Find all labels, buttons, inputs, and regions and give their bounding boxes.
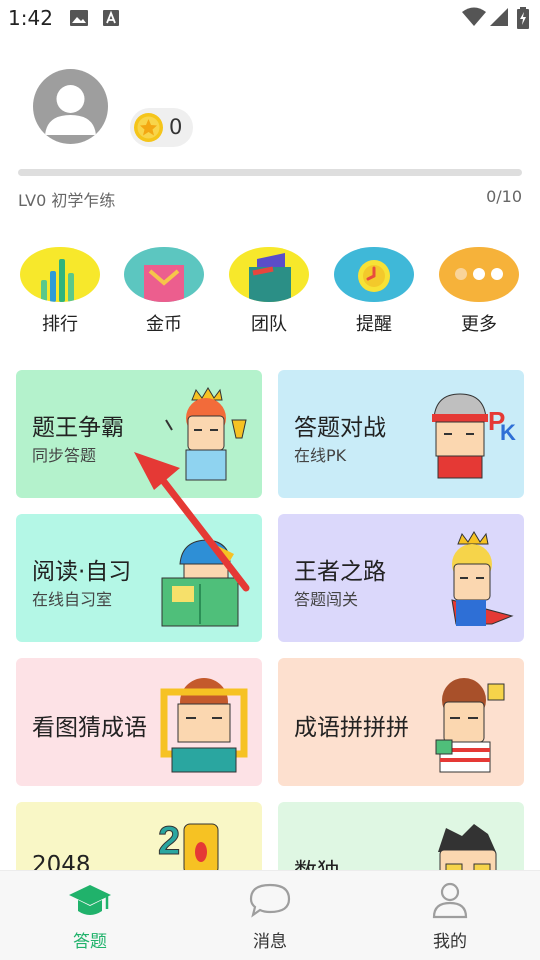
quick-label: 金币 xyxy=(146,314,182,335)
clock-icon xyxy=(334,247,414,302)
level-progress-text: 0/10 xyxy=(486,187,522,206)
card-picture-idiom[interactable]: 看图猜成语 xyxy=(16,658,262,786)
card-title: 答题对战 xyxy=(294,415,386,441)
quick-coins[interactable]: 金币 xyxy=(123,247,205,336)
quick-label: 更多 xyxy=(461,314,497,335)
image-icon xyxy=(70,10,88,26)
svg-text:K: K xyxy=(500,420,516,445)
framed-character-icon xyxy=(160,678,248,773)
card-kings-road[interactable]: 王者之路 答题闯关 xyxy=(278,514,524,642)
quick-label: 提醒 xyxy=(356,314,392,335)
nav-label: 答题 xyxy=(73,932,107,952)
card-reading-study[interactable]: 阅读·自习 在线自习室 xyxy=(16,514,262,642)
envelope-icon xyxy=(124,247,204,302)
more-icon xyxy=(439,247,519,302)
coin-count: 0 xyxy=(169,115,183,139)
nav-label: 消息 xyxy=(253,932,287,952)
wifi-icon xyxy=(462,7,486,26)
flag-icon xyxy=(229,247,309,302)
nav-tab-quiz[interactable]: 答题 xyxy=(45,881,135,952)
card-idiom-puzzle[interactable]: 成语拼拼拼 xyxy=(278,658,524,786)
puzzle-character-icon xyxy=(435,678,505,773)
person-icon xyxy=(432,882,468,919)
card-quiz-battle[interactable]: 答题对战 在线PK P K xyxy=(278,370,524,498)
card-subtitle: 在线PK xyxy=(294,446,347,465)
card-subtitle: 在线自习室 xyxy=(32,590,113,609)
status-time: 1:42 xyxy=(8,6,53,30)
status-bar: 1:42 xyxy=(0,0,540,36)
coin-balance[interactable]: 0 xyxy=(130,108,193,147)
card-subtitle: 答题闯关 xyxy=(294,590,359,609)
quick-label: 团队 xyxy=(251,314,287,335)
quick-team[interactable]: 团队 xyxy=(228,247,310,336)
card-title: 阅读·自习 xyxy=(32,559,132,585)
card-title: 题王争霸 xyxy=(32,415,124,441)
card-quiz-king[interactable]: 题王争霸 同步答题 xyxy=(16,370,262,498)
card-title: 成语拼拼拼 xyxy=(294,715,409,741)
font-a-icon xyxy=(103,10,119,26)
coin-icon xyxy=(134,113,163,142)
quick-ranking[interactable]: 排行 xyxy=(19,247,101,336)
crowned-character-icon xyxy=(165,387,247,481)
signal-icon xyxy=(490,8,508,26)
level-label: LV0 初学乍练 xyxy=(18,191,116,210)
graduation-cap-icon xyxy=(69,885,111,915)
svg-text:2: 2 xyxy=(158,819,180,863)
card-title: 王者之路 xyxy=(294,559,386,585)
chat-bubble-icon xyxy=(249,883,291,918)
quick-reminder[interactable]: 提醒 xyxy=(333,247,415,336)
nav-tab-messages[interactable]: 消息 xyxy=(225,881,315,952)
quick-label: 排行 xyxy=(42,314,78,335)
nav-tab-me[interactable]: 我的 xyxy=(405,881,495,952)
caped-king-icon xyxy=(451,531,514,626)
reading-character-icon xyxy=(161,539,239,627)
card-title: 看图猜成语 xyxy=(32,715,147,741)
pk-fighter-icon: P K xyxy=(432,393,516,479)
bottom-navigation: 答题 消息 我的 xyxy=(0,870,540,960)
nav-label: 我的 xyxy=(433,932,467,952)
bar-chart-icon xyxy=(20,247,100,302)
user-silhouette-icon xyxy=(45,85,96,135)
avatar[interactable] xyxy=(33,69,108,144)
level-progress-bar xyxy=(18,169,522,176)
quick-more[interactable]: 更多 xyxy=(438,247,520,336)
card-subtitle: 同步答题 xyxy=(32,446,97,465)
battery-icon xyxy=(517,7,529,29)
